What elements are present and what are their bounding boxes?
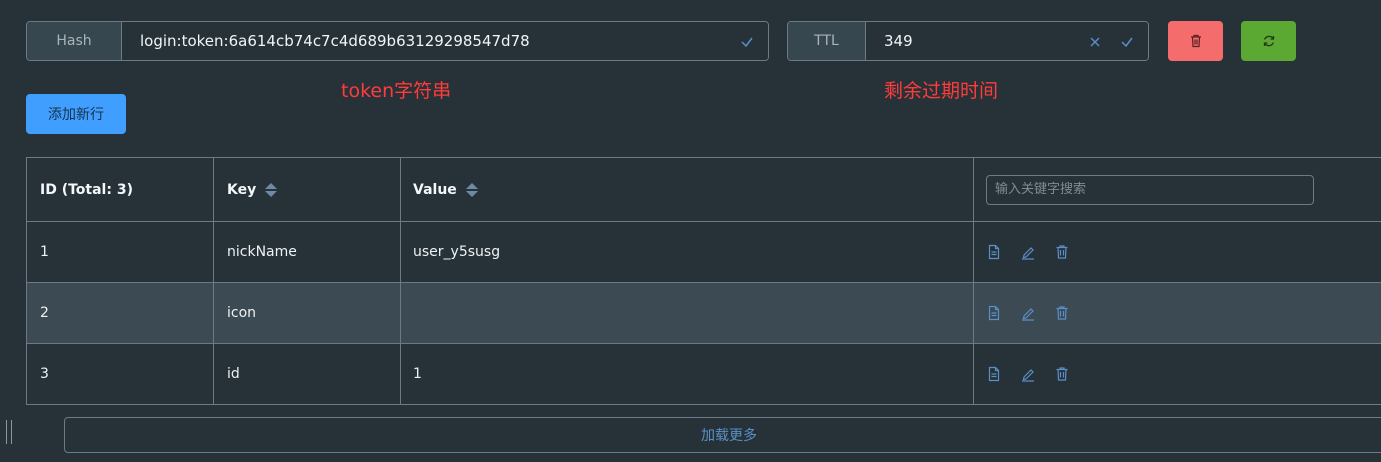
- cell-actions: [974, 222, 1381, 283]
- table-row: 2 icon: [27, 283, 1381, 344]
- cell-key: icon: [214, 283, 401, 344]
- header-value-label: Value: [413, 181, 457, 198]
- trash-icon[interactable]: [1054, 366, 1070, 382]
- ttl-value: 349: [884, 32, 913, 50]
- ttl-annotation: 剩余过期时间: [884, 80, 999, 102]
- search-input[interactable]: [986, 174, 1314, 205]
- hash-table: ID (Total: 3) Key Value 1 nickName user_…: [26, 157, 1381, 405]
- header-key-label: Key: [227, 181, 257, 198]
- trash-icon[interactable]: [1054, 244, 1070, 260]
- ttl-field[interactable]: 349: [866, 22, 1148, 60]
- clear-icon[interactable]: [1088, 35, 1102, 49]
- key-name-value: login:token:6a614cb74c7c4d689b6312929854…: [140, 32, 530, 50]
- load-more-button[interactable]: 加载更多: [64, 417, 1381, 453]
- header-key[interactable]: Key: [214, 158, 401, 222]
- add-row-button[interactable]: 添加新行: [26, 94, 126, 134]
- key-input-group: Hash login:token:6a614cb74c7c4d689b63129…: [26, 21, 769, 61]
- edit-icon[interactable]: [1020, 244, 1036, 260]
- key-type-label: Hash: [27, 22, 122, 60]
- cell-value: 1: [401, 344, 974, 405]
- header-id: ID (Total: 3): [27, 158, 214, 222]
- token-annotation: token字符串: [341, 80, 452, 102]
- resize-handle[interactable]: [6, 420, 12, 444]
- cell-key: id: [214, 344, 401, 405]
- ttl-input-group: TTL 349: [787, 21, 1149, 61]
- delete-key-button[interactable]: [1168, 21, 1223, 61]
- table-header: ID (Total: 3) Key Value: [27, 158, 1381, 222]
- cell-actions: [974, 283, 1381, 344]
- cell-id: 1: [27, 222, 214, 283]
- cell-actions: [974, 344, 1381, 405]
- key-name-field[interactable]: login:token:6a614cb74c7c4d689b6312929854…: [122, 22, 768, 60]
- header-id-label: ID (Total: 3): [40, 181, 133, 198]
- sort-icon[interactable]: [265, 182, 278, 197]
- check-icon[interactable]: [1120, 35, 1134, 49]
- cell-value: user_y5susg: [401, 222, 974, 283]
- trash-icon: [1190, 34, 1201, 48]
- ttl-label: TTL: [788, 22, 866, 60]
- edit-icon[interactable]: [1020, 366, 1036, 382]
- table-body: 1 nickName user_y5susg 2 icon 3 id 1: [27, 222, 1381, 405]
- sort-icon[interactable]: [465, 182, 478, 197]
- check-icon[interactable]: [740, 35, 754, 49]
- header-search: [974, 158, 1381, 222]
- edit-icon[interactable]: [1020, 305, 1036, 321]
- refresh-button[interactable]: [1241, 21, 1296, 61]
- document-icon[interactable]: [986, 366, 1002, 382]
- cell-id: 3: [27, 344, 214, 405]
- cell-id: 2: [27, 283, 214, 344]
- refresh-icon: [1263, 35, 1274, 47]
- cell-key: nickName: [214, 222, 401, 283]
- document-icon[interactable]: [986, 305, 1002, 321]
- table-row: 1 nickName user_y5susg: [27, 222, 1381, 283]
- document-icon[interactable]: [986, 244, 1002, 260]
- cell-value: [401, 283, 974, 344]
- trash-icon[interactable]: [1054, 305, 1070, 321]
- header-value[interactable]: Value: [401, 158, 974, 222]
- table-row: 3 id 1: [27, 344, 1381, 405]
